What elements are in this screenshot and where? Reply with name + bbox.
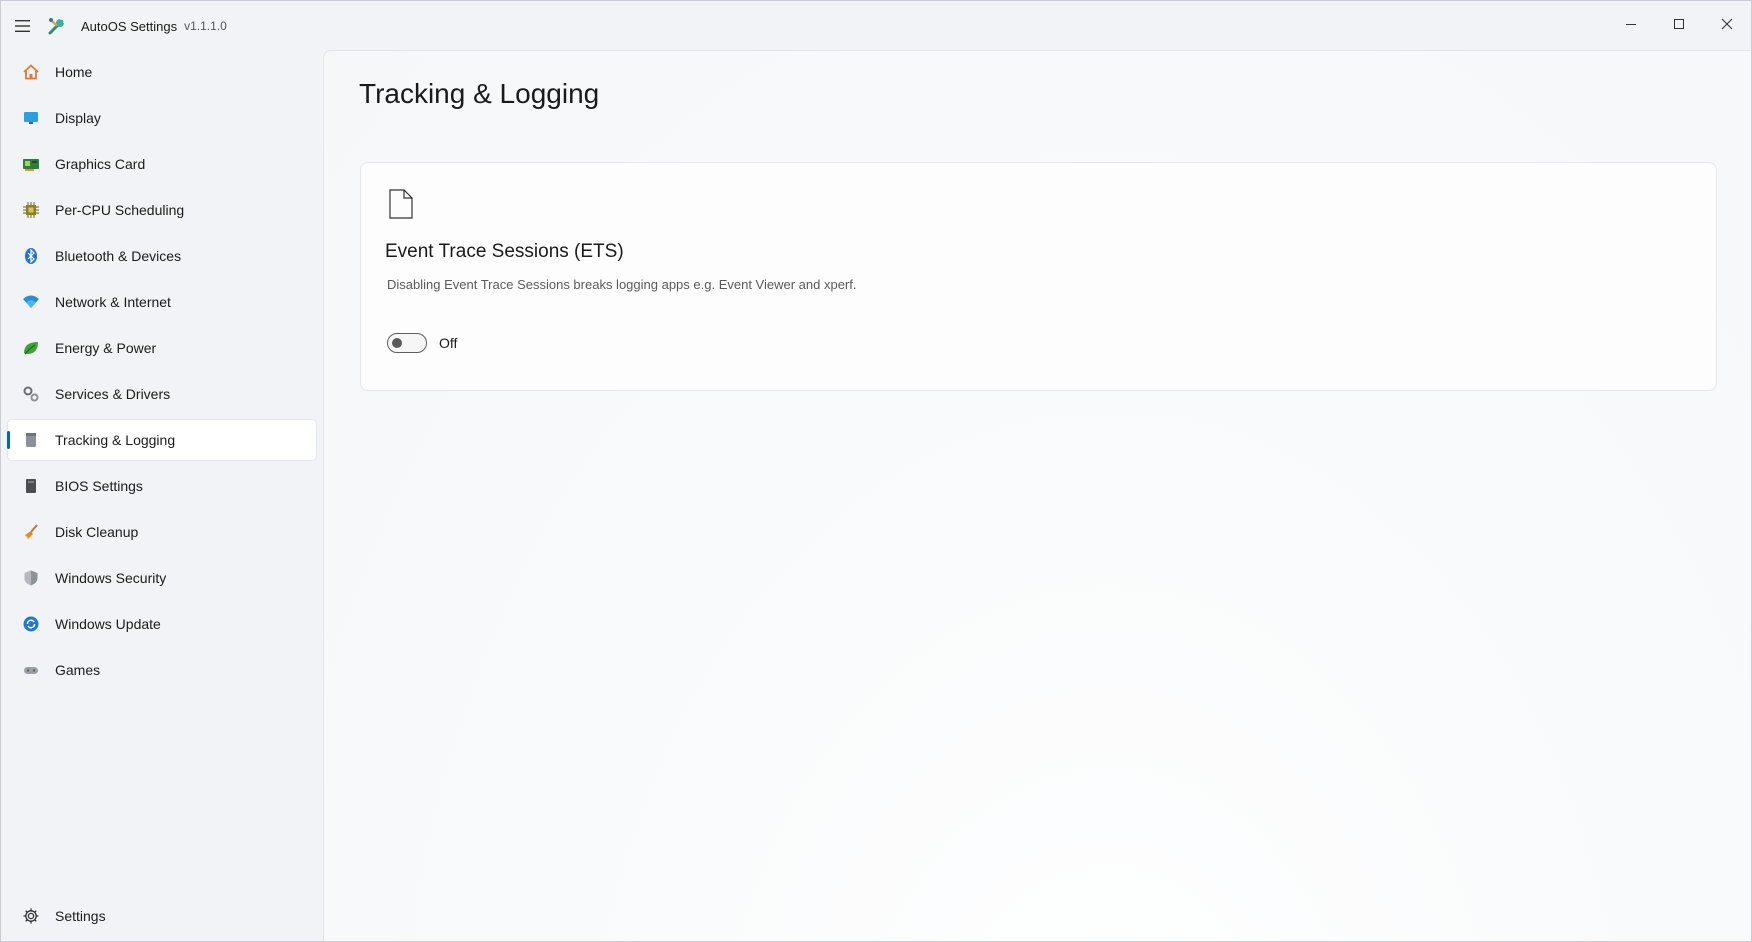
- ets-card: Event Trace Sessions (ETS) Disabling Eve…: [360, 162, 1717, 391]
- sidebar-item-label: Windows Security: [55, 570, 167, 586]
- close-button[interactable]: [1703, 1, 1751, 47]
- sidebar-item-per-cpu-scheduling[interactable]: Per-CPU Scheduling: [7, 189, 317, 231]
- sidebar-item-label: Per-CPU Scheduling: [55, 202, 185, 218]
- sidebar-nav: Home Display Graphics Card Per-CPU Sched…: [1, 51, 323, 941]
- gear-icon: [21, 906, 41, 926]
- gamepad-icon: [21, 660, 41, 680]
- sidebar-item-label: Disk Cleanup: [55, 524, 139, 540]
- sidebar-item-label: Games: [55, 662, 101, 678]
- app-window: AutoOS Settings v1.1.1.0 Home Display Gr…: [0, 0, 1752, 942]
- log-icon: [21, 430, 41, 450]
- sidebar-item-label: Home: [55, 64, 93, 80]
- bios-chip-icon: [21, 476, 41, 496]
- update-icon: [21, 614, 41, 634]
- nav-list: Home Display Graphics Card Per-CPU Sched…: [1, 51, 323, 691]
- window-controls: [1607, 1, 1751, 47]
- sidebar-item-label: BIOS Settings: [55, 478, 143, 494]
- leaf-icon: [21, 338, 41, 358]
- sidebar-item-label: Graphics Card: [55, 156, 146, 172]
- sidebar-item-graphics-card[interactable]: Graphics Card: [7, 143, 317, 185]
- gears-icon: [21, 384, 41, 404]
- sidebar-footer: Settings: [1, 895, 323, 941]
- sidebar-item-energy-power[interactable]: Energy & Power: [7, 327, 317, 369]
- bluetooth-icon: [21, 246, 41, 266]
- sidebar-item-settings[interactable]: Settings: [7, 895, 317, 937]
- toggle-knob: [392, 338, 402, 348]
- sidebar-item-tracking-logging[interactable]: Tracking & Logging: [7, 419, 317, 461]
- sidebar-item-games[interactable]: Games: [7, 649, 317, 691]
- app-tools-icon: [47, 15, 69, 37]
- sidebar-item-network-internet[interactable]: Network & Internet: [7, 281, 317, 323]
- card-title: Event Trace Sessions (ETS): [385, 241, 624, 262]
- shield-icon: [21, 568, 41, 588]
- sidebar-item-windows-security[interactable]: Windows Security: [7, 557, 317, 599]
- wifi-icon: [21, 292, 41, 312]
- app-title: AutoOS Settings: [81, 18, 178, 34]
- maximize-icon: [1674, 19, 1684, 29]
- display-icon: [21, 108, 41, 128]
- hamburger-icon: [15, 20, 30, 32]
- sidebar-item-home[interactable]: Home: [7, 51, 317, 93]
- graphics-card-icon: [21, 154, 41, 174]
- sidebar-item-bios-settings[interactable]: BIOS Settings: [7, 465, 317, 507]
- sidebar-item-label: Services & Drivers: [55, 386, 171, 402]
- sidebar-item-display[interactable]: Display: [7, 97, 317, 139]
- app-version: v1.1.1.0: [184, 19, 227, 33]
- menu-toggle-button[interactable]: [1, 1, 45, 51]
- sidebar-item-label: Bluetooth & Devices: [55, 248, 182, 264]
- ets-toggle-row: Off: [387, 333, 457, 353]
- sidebar-item-label: Network & Internet: [55, 294, 171, 310]
- sidebar-item-disk-cleanup[interactable]: Disk Cleanup: [7, 511, 317, 553]
- sidebar-item-label: Tracking & Logging: [55, 432, 176, 448]
- close-icon: [1721, 18, 1733, 30]
- page-title: Tracking & Logging: [359, 78, 600, 109]
- sidebar-item-label: Display: [55, 110, 101, 126]
- cpu-icon: [21, 200, 41, 220]
- sidebar-item-bluetooth-devices[interactable]: Bluetooth & Devices: [7, 235, 317, 277]
- main-content: Tracking & Logging Event Trace Sessions …: [323, 50, 1751, 941]
- card-description: Disabling Event Trace Sessions breaks lo…: [387, 277, 857, 292]
- document-icon: [389, 189, 413, 224]
- home-icon: [21, 62, 41, 82]
- minimize-icon: [1626, 24, 1636, 25]
- ets-toggle-switch[interactable]: [387, 333, 427, 353]
- sidebar-item-services-drivers[interactable]: Services & Drivers: [7, 373, 317, 415]
- title-bar: AutoOS Settings v1.1.1.0: [1, 1, 1751, 51]
- sidebar-item-label: Windows Update: [55, 616, 161, 632]
- toggle-state-label: Off: [439, 335, 458, 351]
- minimize-button[interactable]: [1607, 1, 1655, 47]
- maximize-button[interactable]: [1655, 1, 1703, 47]
- broom-icon: [21, 522, 41, 542]
- sidebar-item-windows-update[interactable]: Windows Update: [7, 603, 317, 645]
- sidebar-item-label: Energy & Power: [55, 340, 157, 356]
- sidebar-item-label: Settings: [55, 908, 106, 924]
